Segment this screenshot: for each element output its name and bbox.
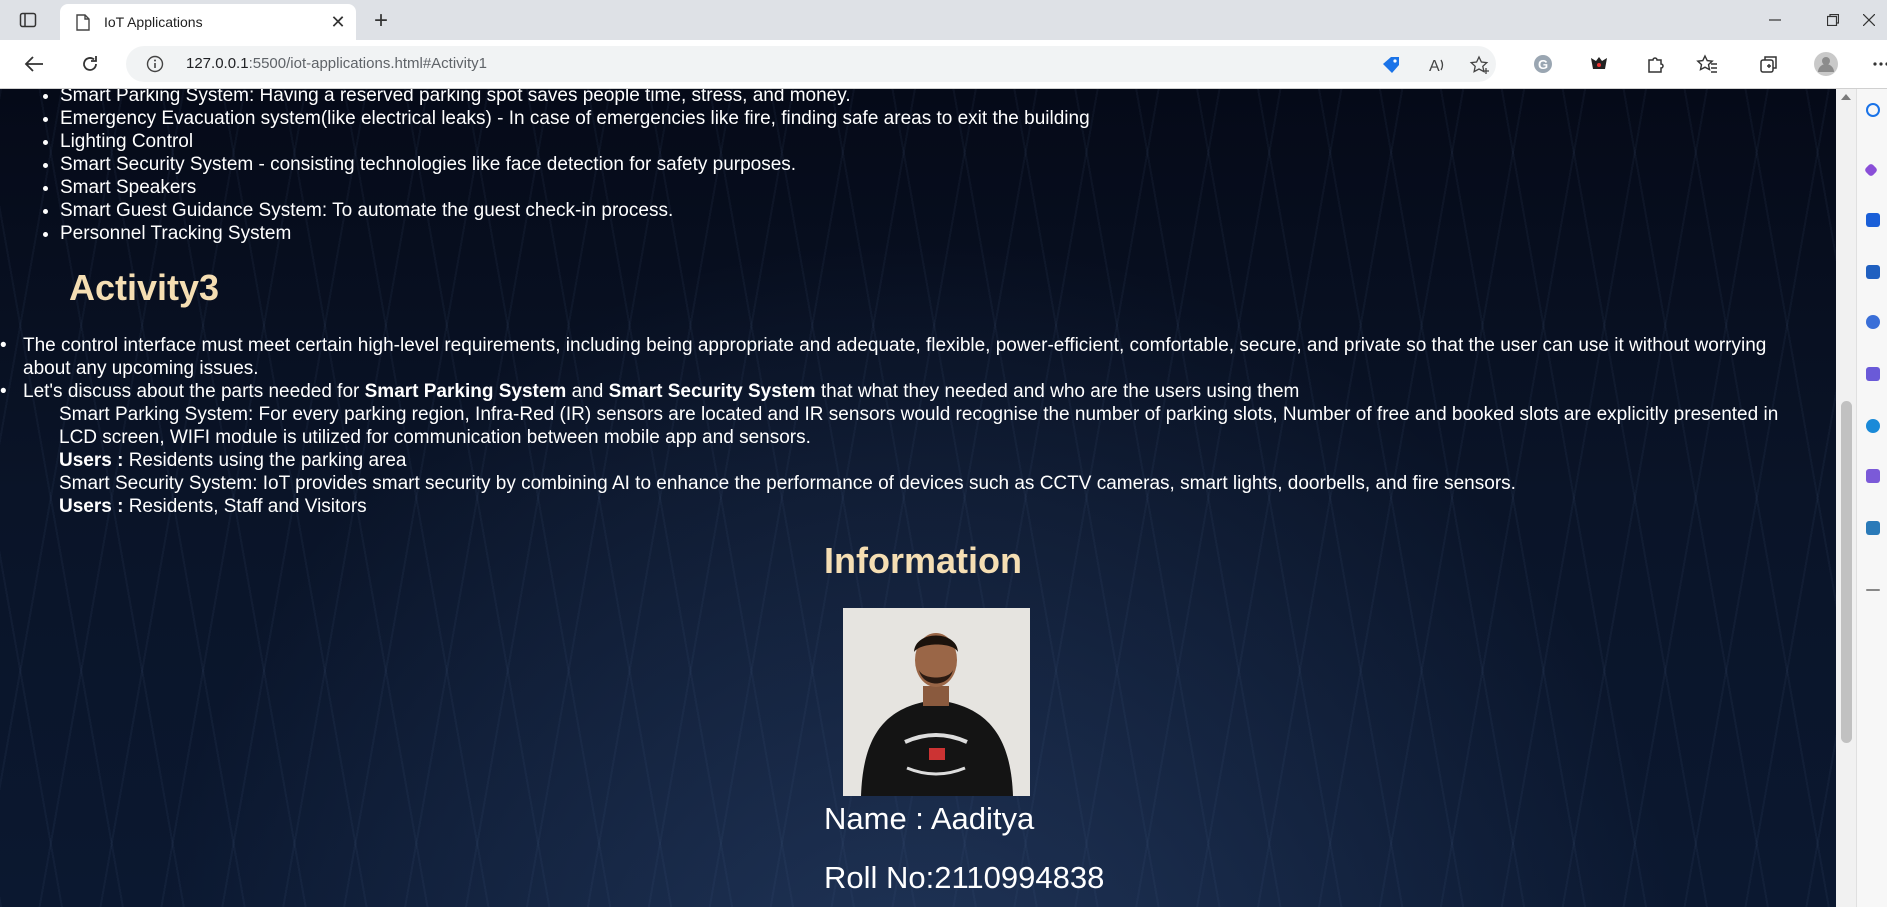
favorites-icon[interactable] bbox=[1695, 52, 1719, 76]
new-tab-button[interactable]: + bbox=[368, 8, 394, 34]
games-icon[interactable] bbox=[1866, 469, 1880, 483]
list-item: Lighting Control bbox=[60, 130, 1090, 153]
back-icon[interactable] bbox=[20, 50, 48, 78]
tab-title: IoT Applications bbox=[104, 14, 203, 30]
minimize-icon[interactable] bbox=[1752, 6, 1798, 34]
close-window-icon[interactable] bbox=[1850, 6, 1887, 34]
applications-list: Smart Parking System: Having a reserved … bbox=[60, 89, 1090, 245]
information-heading: Information bbox=[824, 540, 1022, 581]
name-label: Name : Aaditya bbox=[824, 801, 1035, 836]
parking-users-text: Residents using the parking area bbox=[123, 450, 407, 471]
refresh-icon[interactable] bbox=[76, 50, 104, 78]
profile-photo bbox=[843, 608, 1030, 796]
tools-icon[interactable] bbox=[1866, 265, 1880, 279]
search-icon[interactable] bbox=[1866, 103, 1880, 117]
active-tab[interactable]: IoT Applications ✕ bbox=[60, 4, 356, 40]
list-item: Smart Guest Guidance System: To automate… bbox=[60, 199, 1090, 222]
activity3-heading: Activity3 bbox=[69, 267, 220, 308]
security-users-text: Residents, Staff and Visitors bbox=[123, 496, 367, 517]
office-icon[interactable] bbox=[1866, 367, 1880, 381]
add-favorite-icon[interactable] bbox=[1469, 54, 1491, 76]
scroll-up-arrow-icon[interactable] bbox=[1841, 94, 1851, 100]
parking-system-bold: Smart Parking System bbox=[364, 381, 567, 402]
add-sidebar-icon[interactable] bbox=[1866, 589, 1880, 591]
tab-bar: IoT Applications ✕ + bbox=[0, 0, 1887, 40]
parts-intro-and: and bbox=[566, 381, 609, 402]
url-field[interactable]: 127.0.0.1:5500/iot-applications.html#Act… bbox=[126, 46, 1496, 82]
security-users: Users : Residents, Staff and Visitors bbox=[0, 495, 1790, 518]
copilot-icon[interactable] bbox=[1863, 162, 1879, 178]
tab-actions-icon[interactable] bbox=[16, 8, 40, 32]
list-item: Smart Parking System: Having a reserved … bbox=[60, 89, 1090, 107]
svg-text:A: A bbox=[1429, 58, 1440, 75]
requirements-text: The control interface must meet certain … bbox=[23, 335, 1767, 379]
site-info-icon[interactable] bbox=[146, 55, 164, 73]
vertical-scrollbar[interactable] bbox=[1836, 89, 1856, 907]
security-description: Smart Security System: IoT provides smar… bbox=[59, 473, 1516, 494]
parts-intro: Let's discuss about the parts needed for… bbox=[0, 380, 1790, 403]
extensions-puzzle-icon[interactable] bbox=[1643, 52, 1667, 76]
profile-avatar-icon[interactable] bbox=[1814, 52, 1838, 76]
url-text: 127.0.0.1:5500/iot-applications.html#Act… bbox=[186, 55, 488, 72]
users-label: Users : bbox=[59, 496, 124, 517]
outlook-icon[interactable] bbox=[1866, 419, 1880, 433]
collections-icon[interactable] bbox=[1757, 52, 1781, 76]
page-content: Smart Parking System: Having a reserved … bbox=[0, 89, 1836, 907]
list-item: Smart Security System - consisting techn… bbox=[60, 153, 1090, 176]
requirements-paragraph: The control interface must meet certain … bbox=[0, 334, 1790, 380]
list-item: Emergency Evacuation system(like electri… bbox=[60, 107, 1090, 130]
scroll-thumb[interactable] bbox=[1841, 401, 1852, 743]
page-icon bbox=[74, 13, 92, 31]
extension-icon[interactable] bbox=[1587, 52, 1611, 76]
parking-description: Smart Parking System: For every parking … bbox=[59, 404, 1779, 448]
svg-text:G: G bbox=[1538, 57, 1548, 72]
list-item: Smart Speakers bbox=[60, 176, 1090, 199]
parking-users: Users : Residents using the parking area bbox=[0, 449, 1790, 472]
roll-number-label: Roll No:2110994838 bbox=[824, 860, 1105, 895]
users-label: Users : bbox=[59, 450, 124, 471]
activity3-content: The control interface must meet certain … bbox=[0, 334, 1790, 518]
parts-intro-tail: that what they needed and who are the us… bbox=[815, 381, 1300, 402]
shopping-icon[interactable] bbox=[1866, 213, 1880, 227]
more-options-icon[interactable] bbox=[1872, 52, 1887, 76]
drop-icon[interactable] bbox=[1866, 521, 1880, 535]
parts-intro-text: Let's discuss about the parts needed for bbox=[23, 381, 365, 402]
close-tab-icon[interactable]: ✕ bbox=[326, 10, 350, 34]
security-system-bold: Smart Security System bbox=[608, 381, 816, 402]
grammarly-icon[interactable]: G bbox=[1531, 52, 1555, 76]
read-aloud-icon[interactable]: A bbox=[1426, 54, 1448, 76]
address-bar: 127.0.0.1:5500/iot-applications.html#Act… bbox=[0, 40, 1887, 89]
shopping-tag-icon[interactable] bbox=[1380, 54, 1402, 76]
people-icon[interactable] bbox=[1866, 315, 1880, 329]
list-item: Personnel Tracking System bbox=[60, 222, 1090, 245]
edge-sidebar bbox=[1856, 89, 1887, 907]
